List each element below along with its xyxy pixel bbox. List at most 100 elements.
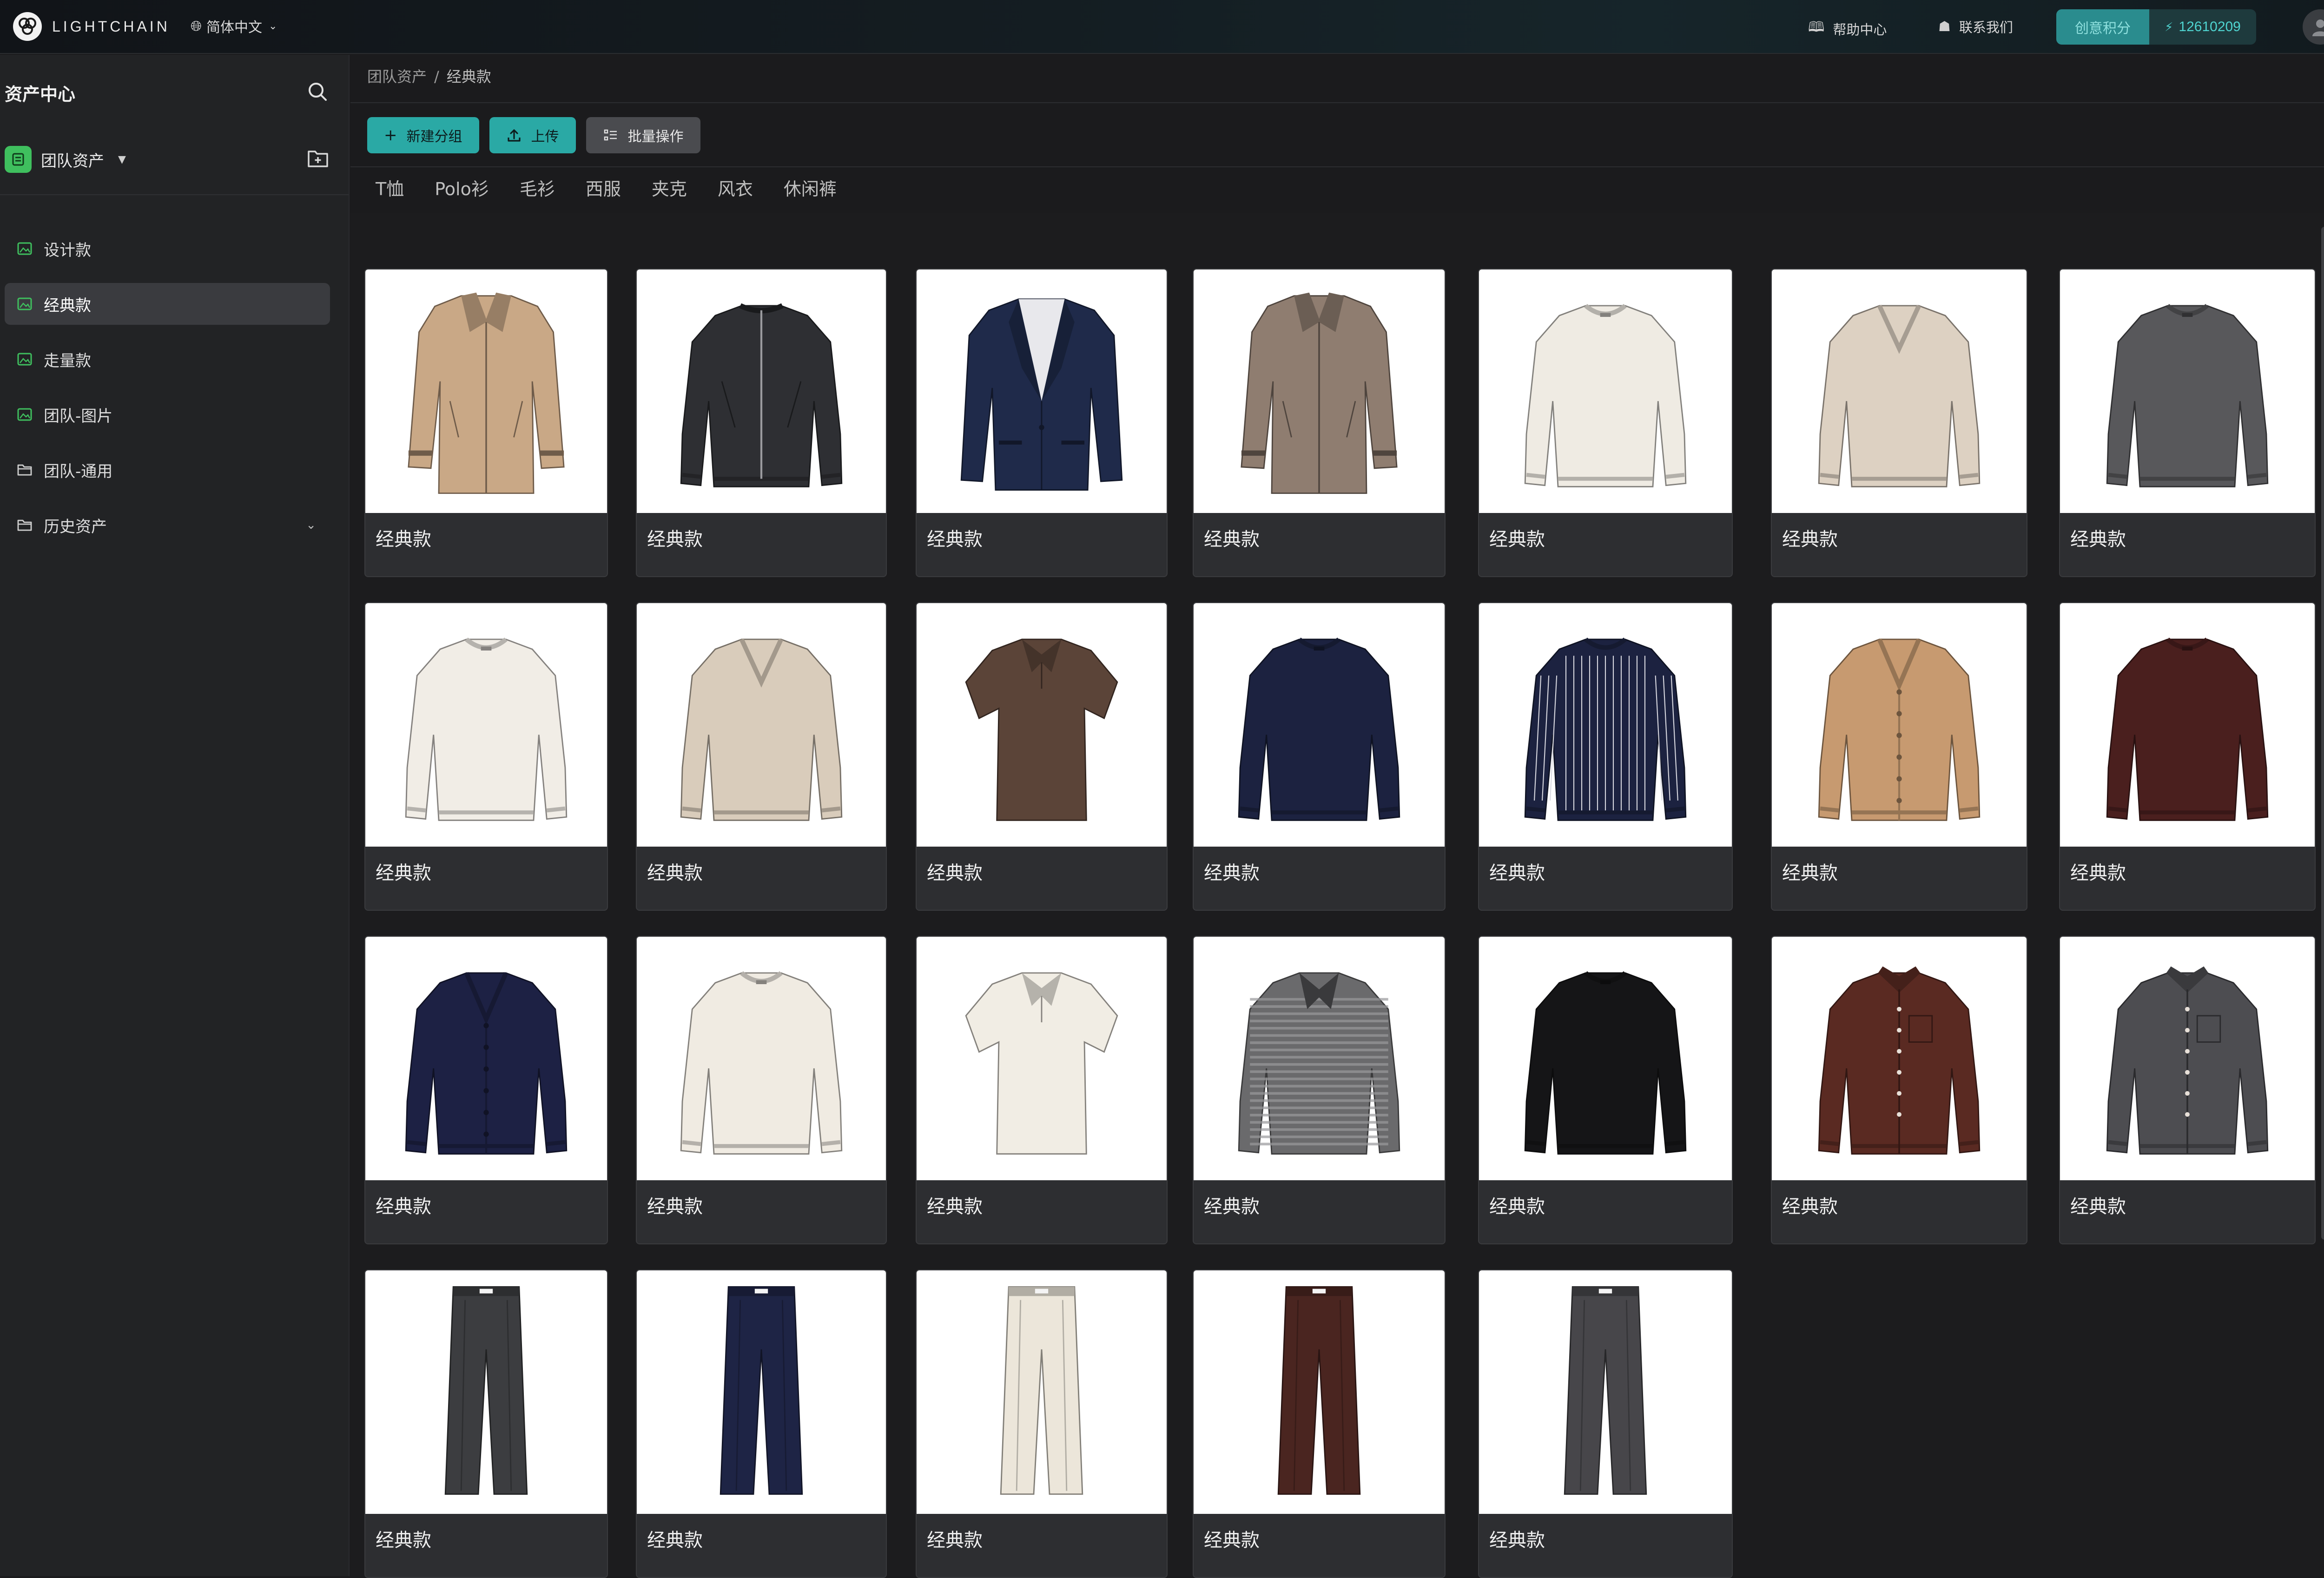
image-icon xyxy=(17,242,32,255)
sidebar: 资产中心 团队资产 ▼ 设计款 经典款 走量款 团队-图片 团队-通用 历史资产 ⌄ xyxy=(0,55,350,1576)
asset-card[interactable]: 经典款 xyxy=(2059,936,2316,1244)
asset-label: 经典款 xyxy=(647,1530,703,1551)
asset-label: 经典款 xyxy=(376,1196,431,1217)
tab-6[interactable]: 风衣 xyxy=(718,175,753,200)
crewneck-sweater-image xyxy=(1524,304,1687,487)
caret-down-icon: ▼ xyxy=(118,153,126,165)
asset-card[interactable]: 经典款 xyxy=(916,269,1168,577)
trousers-image xyxy=(1564,1286,1647,1495)
sidebar-item-2[interactable]: 经典款 xyxy=(5,283,330,325)
asset-card[interactable]: 经典款 xyxy=(1478,1269,1733,1578)
asset-label: 经典款 xyxy=(1782,862,1838,884)
asset-card[interactable]: 经典款 xyxy=(1478,602,1733,911)
asset-card[interactable]: 经典款 xyxy=(1193,936,1446,1244)
asset-card[interactable]: 经典款 xyxy=(364,602,608,911)
asset-card[interactable]: 经典款 xyxy=(636,1269,887,1578)
garment-image xyxy=(637,270,886,513)
asset-card[interactable]: 经典款 xyxy=(1478,936,1733,1244)
tab-4[interactable]: 西服 xyxy=(586,175,621,200)
garment-image xyxy=(637,1270,886,1514)
sidebar-item-3[interactable]: 走量款 xyxy=(5,338,330,380)
garment-image xyxy=(1194,937,1445,1180)
team-selector[interactable]: 团队资产 ▼ xyxy=(5,146,126,173)
batch-operation-button[interactable]: 批量操作 xyxy=(586,117,700,153)
add-folder-button[interactable] xyxy=(307,148,329,170)
asset-card[interactable]: 经典款 xyxy=(916,936,1168,1244)
sidebar-item-5[interactable]: 团队-通用 xyxy=(5,449,330,491)
toolbar: + 新建分组 上传 批量操作 xyxy=(367,117,711,153)
asset-card[interactable]: 经典款 xyxy=(636,269,887,577)
asset-card[interactable]: 经典款 xyxy=(1193,269,1446,577)
tab-1[interactable]: T恤 xyxy=(376,175,404,200)
asset-card[interactable]: 经典款 xyxy=(364,936,608,1244)
asset-card[interactable]: 经典款 xyxy=(1478,269,1733,577)
plus-icon: + xyxy=(384,126,397,145)
contact-us-link[interactable]: ☗︎ 联系我们 xyxy=(1938,17,2013,36)
breadcrumb-root[interactable]: 团队资产 xyxy=(367,68,427,85)
tab-5[interactable]: 夹克 xyxy=(652,175,687,200)
language-label: 简体中文 xyxy=(206,20,262,36)
upload-button[interactable]: 上传 xyxy=(489,117,576,153)
asset-label: 经典款 xyxy=(1204,529,1260,550)
asset-card[interactable]: 经典款 xyxy=(364,1269,608,1578)
search-button[interactable] xyxy=(307,81,328,104)
cardigan-image xyxy=(1818,638,1981,821)
asset-label: 经典款 xyxy=(376,529,431,550)
avatar[interactable] xyxy=(2303,9,2324,45)
asset-card[interactable]: 经典款 xyxy=(1771,936,2027,1244)
brand[interactable]: LIGHTCHAIN xyxy=(13,12,170,41)
points-badge[interactable]: 创意积分 ⚡︎ 12610209 xyxy=(2056,9,2256,45)
vneck-sweater-image xyxy=(680,638,843,821)
blazer-image xyxy=(960,298,1123,491)
team-label: 团队资产 xyxy=(41,151,104,171)
sidebar-item-label: 走量款 xyxy=(44,351,91,370)
sidebar-item-6[interactable]: 历史资产 ⌄ xyxy=(5,504,330,546)
book-icon: 🕮︎ xyxy=(1808,19,1825,35)
sidebar-item-1[interactable]: 设计款 xyxy=(5,228,330,270)
sidebar-item-label: 历史资产 xyxy=(44,517,107,536)
scrollbar[interactable] xyxy=(2321,227,2324,1240)
asset-card[interactable]: 经典款 xyxy=(916,602,1168,911)
asset-label: 经典款 xyxy=(1782,1196,1838,1217)
asset-card[interactable]: 经典款 xyxy=(2059,269,2316,577)
tab-3[interactable]: 毛衫 xyxy=(520,175,555,200)
asset-card[interactable]: 经典款 xyxy=(1771,602,2027,911)
garment-image xyxy=(637,937,886,1180)
asset-card[interactable]: 经典款 xyxy=(636,936,887,1244)
asset-label: 经典款 xyxy=(2070,1196,2126,1217)
asset-label: 经典款 xyxy=(927,1196,983,1217)
language-selector[interactable]: 🌐︎ 简体中文 ⌄ xyxy=(191,16,277,36)
image-icon xyxy=(17,408,32,421)
brand-name: LIGHTCHAIN xyxy=(52,18,170,35)
striped-polo-image xyxy=(1238,972,1400,1155)
asset-card[interactable]: 经典款 xyxy=(916,1269,1168,1578)
crewneck-sweater-image xyxy=(1238,638,1400,821)
garment-image xyxy=(365,937,607,1180)
asset-label: 经典款 xyxy=(2070,862,2126,884)
sidebar-item-4[interactable]: 团队-图片 xyxy=(5,394,330,435)
user-icon xyxy=(2312,20,2324,36)
garment-image xyxy=(365,603,607,847)
vneck-sweater-image xyxy=(1818,304,1981,487)
asset-card[interactable]: 经典款 xyxy=(1771,269,2027,577)
trousers-image xyxy=(720,1286,803,1495)
tab-2[interactable]: Polo衫 xyxy=(435,175,489,200)
new-group-button[interactable]: + 新建分组 xyxy=(367,117,479,153)
folder-add-icon xyxy=(308,151,328,167)
polo-shirt-image xyxy=(965,638,1118,821)
help-center-link[interactable]: 🕮︎ 帮助中心 xyxy=(1808,17,1887,40)
chevron-down-icon[interactable]: ⌄ xyxy=(306,518,316,532)
tab-7[interactable]: 休闲裤 xyxy=(784,175,837,200)
garment-image xyxy=(1772,603,2027,847)
contact-us-label: 联系我们 xyxy=(1959,20,2013,35)
trousers-image xyxy=(1277,1286,1361,1495)
garment-image xyxy=(637,603,886,847)
asset-card[interactable]: 经典款 xyxy=(1193,602,1446,911)
asset-card[interactable]: 经典款 xyxy=(2059,602,2316,911)
batch-operation-label: 批量操作 xyxy=(627,129,684,145)
asset-card[interactable]: 经典款 xyxy=(1193,1269,1446,1578)
asset-card[interactable]: 经典款 xyxy=(364,269,608,577)
button-shirt-image xyxy=(1818,966,1981,1155)
garment-image xyxy=(2060,270,2315,513)
asset-card[interactable]: 经典款 xyxy=(636,602,887,911)
